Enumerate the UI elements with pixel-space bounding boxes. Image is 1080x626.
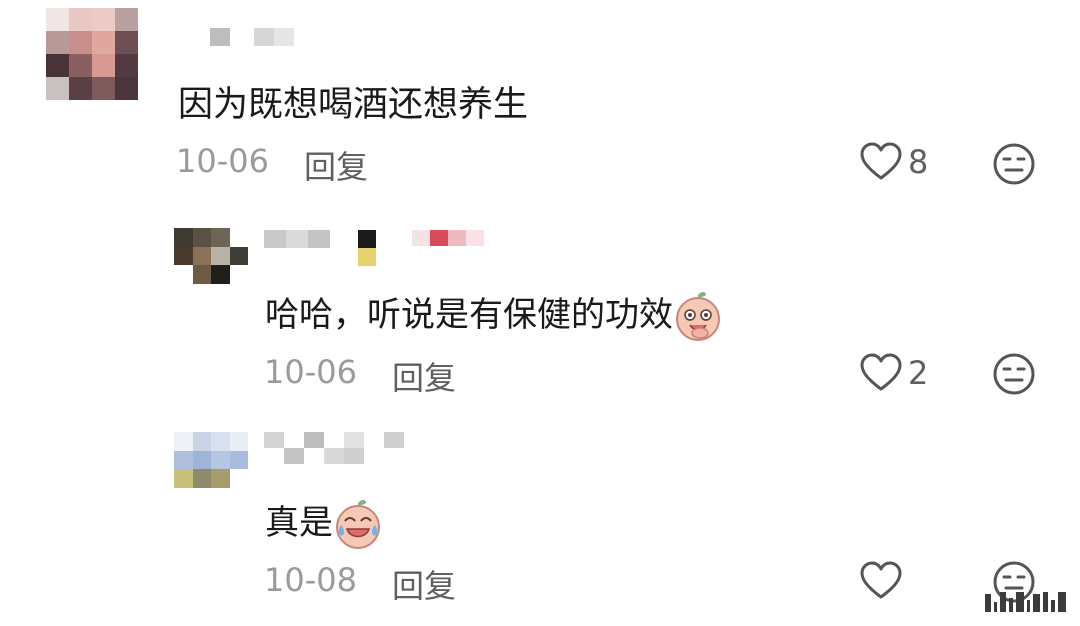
avatar[interactable] bbox=[46, 8, 138, 100]
dislike-button[interactable] bbox=[992, 142, 1036, 190]
comment-date: 10-06 bbox=[176, 142, 269, 180]
like-button[interactable]: 2 bbox=[860, 353, 928, 393]
reply-button[interactable]: 回复 bbox=[304, 142, 368, 188]
reply-button[interactable]: 回复 bbox=[392, 353, 456, 399]
username[interactable] bbox=[264, 230, 350, 248]
comment-text-body: 哈哈，听说是有保健的功效 bbox=[265, 295, 673, 335]
comment-text: 因为既想喝酒还想养生 bbox=[178, 85, 529, 125]
like-button[interactable] bbox=[860, 561, 902, 601]
heart-outline-icon bbox=[860, 353, 902, 391]
like-count: 8 bbox=[908, 143, 929, 181]
comment-text-body: 真是 bbox=[265, 503, 333, 543]
crying-laughing-emoji bbox=[336, 499, 380, 549]
like-count: 2 bbox=[908, 354, 929, 392]
username[interactable] bbox=[264, 432, 424, 464]
heart-outline-icon bbox=[860, 142, 902, 180]
comment-date: 10-06 bbox=[264, 353, 357, 391]
avatar[interactable] bbox=[174, 432, 248, 488]
like-button[interactable]: 8 bbox=[860, 142, 928, 182]
username[interactable] bbox=[210, 28, 294, 46]
user-tag bbox=[412, 230, 484, 246]
heart-outline-icon bbox=[860, 561, 902, 599]
watermark-logo bbox=[985, 592, 1066, 612]
comment-date: 10-08 bbox=[264, 561, 357, 599]
neutral-face-icon bbox=[993, 143, 1035, 185]
reply-button[interactable]: 回复 bbox=[392, 561, 456, 607]
user-badge bbox=[358, 230, 376, 266]
comment-text: 真是 bbox=[265, 495, 383, 551]
avatar[interactable] bbox=[174, 228, 248, 284]
neutral-face-icon bbox=[993, 353, 1035, 395]
comment-text: 哈哈，听说是有保健的功效 bbox=[265, 287, 723, 343]
dislike-button[interactable] bbox=[992, 352, 1036, 400]
laughing-emoji bbox=[676, 291, 720, 341]
